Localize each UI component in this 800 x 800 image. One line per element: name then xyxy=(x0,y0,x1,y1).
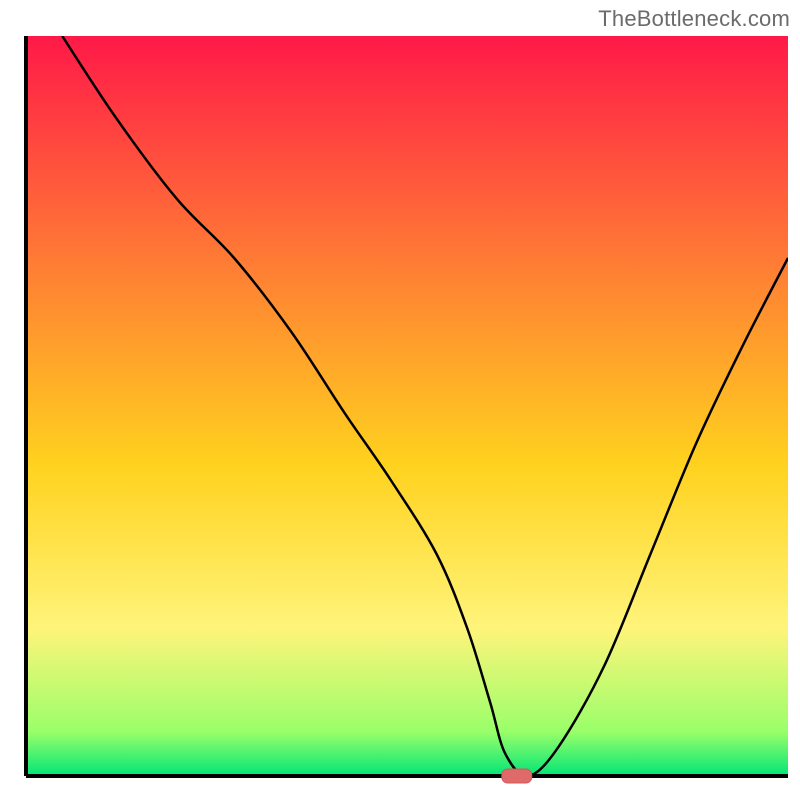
gradient-background xyxy=(26,36,788,776)
optimum-marker xyxy=(502,769,532,783)
bottleneck-plot xyxy=(0,0,800,800)
chart-container: TheBottleneck.com xyxy=(0,0,800,800)
